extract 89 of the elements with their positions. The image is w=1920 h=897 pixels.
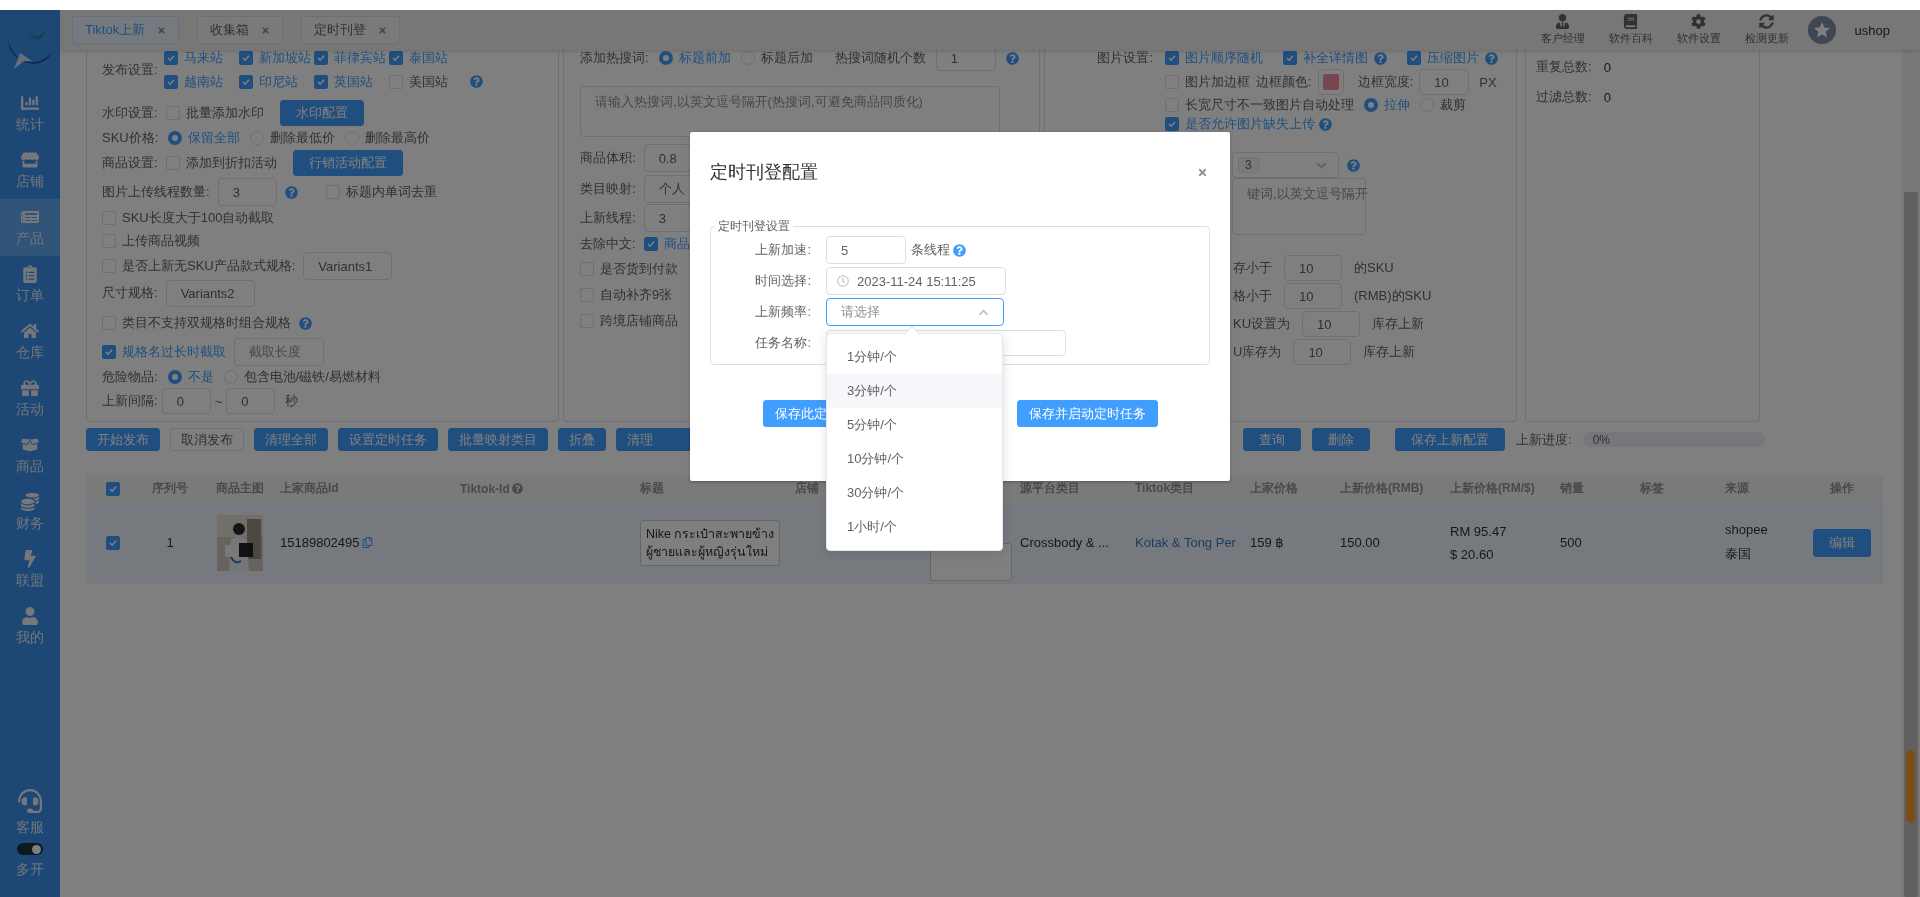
checkbox-label: 自动补齐9张: [600, 286, 673, 304]
field-label: 添加热搜词:: [580, 50, 649, 67]
checkbox-label: 补全详情图: [1303, 50, 1368, 67]
table-cell: Crossbody & ...: [1020, 535, 1109, 550]
checkbox-label: 是否允许图片缺失上传: [1185, 115, 1315, 133]
checkbox-label: 商品: [663, 235, 690, 253]
table-cell: RM 95.47: [1450, 523, 1507, 539]
checkbox-label: 规格名过长时截取: [122, 343, 226, 361]
radio-label: 标题前加: [678, 50, 731, 67]
checkbox-label: 是否货到付款: [600, 260, 678, 278]
radio-label: 保留全部: [188, 129, 241, 147]
dialog-title: 定时刊登配置: [710, 161, 818, 184]
table-cell: shopee: [1725, 522, 1768, 537]
checkbox-label: SKU长度大于100自动截取: [122, 209, 275, 227]
table-cell: 15189802495: [280, 535, 373, 550]
checkbox-label: 标题内单词去重: [345, 183, 437, 201]
checkbox-label: 泰国站: [408, 50, 448, 67]
radio-label: 删除最低价: [270, 129, 336, 147]
field-label: 上新间隔:: [102, 392, 158, 410]
radio-label: 包含电池/磁铁/易燃材料: [243, 368, 381, 386]
field-label: (RMB)的SKU: [1354, 287, 1432, 305]
field-label: 格小于: [1233, 287, 1272, 305]
stat-label: 过滤总数:: [1536, 88, 1592, 106]
checkbox-label: 美国站: [408, 73, 448, 91]
field-label: 边框宽度:: [1357, 73, 1414, 91]
checkbox-label: 印尼站: [258, 73, 298, 91]
radio-label: 裁剪: [1440, 96, 1466, 114]
progress-label: 上新进度:: [1516, 430, 1572, 449]
checkbox-label: 上传商品视频: [122, 232, 200, 250]
table-cell: 159 ฿: [1250, 535, 1284, 550]
user-name: ushop: [1854, 22, 1890, 38]
toggle-label: 多开: [16, 861, 44, 879]
unit-label: 秒: [285, 392, 299, 410]
stat-label: 重复总数:: [1536, 58, 1592, 76]
field-label: 存小于: [1233, 259, 1272, 277]
stat-value: 0: [1603, 89, 1611, 105]
field-label: 上新线程:: [580, 209, 636, 227]
field-label: 图片设置:: [1096, 50, 1153, 67]
field-label: 类目映射:: [580, 180, 636, 198]
radio-label: 不是: [187, 368, 214, 386]
range-separator: ~: [214, 393, 223, 409]
group-title: 定时刊登设置: [717, 218, 791, 235]
stat-value: 0: [1603, 59, 1611, 75]
field-label: 边框颜色:: [1256, 73, 1312, 91]
checkbox-label: 菲律宾站: [333, 50, 386, 67]
radio-label: 拉伸: [1384, 96, 1410, 114]
checkbox-label: 新加坡站: [258, 50, 311, 67]
field-label: SKU价格:: [102, 129, 159, 147]
field-label: 发布设置:: [102, 61, 158, 79]
checkbox-label: 批量添加水印: [185, 104, 264, 122]
field-label: KU设置为: [1233, 315, 1291, 333]
checkbox-label: 压缩图片: [1427, 50, 1479, 67]
field-label: 商品设置:: [102, 154, 158, 172]
field-label: U库存为: [1233, 343, 1282, 361]
table-cell: 150.00: [1340, 535, 1380, 550]
field-label: 商品体积:: [580, 149, 636, 167]
table-cell: 泰国: [1725, 545, 1751, 563]
checkbox-label: 图片顺序随机: [1185, 50, 1263, 67]
unit-label: PX: [1479, 74, 1497, 90]
support-label: 客服: [16, 819, 44, 837]
checkbox-label: 越南站: [183, 73, 223, 91]
unit-label: 条线程: [911, 241, 950, 259]
checkbox-label: 添加到折扣活动: [185, 154, 277, 172]
field-label: 库存上新: [1363, 343, 1416, 361]
table-cell: 1: [166, 535, 174, 550]
field-label: 上新加速:: [754, 241, 811, 259]
tag: 3: [1238, 157, 1259, 173]
field-label: 去除中文:: [580, 235, 636, 253]
radio-label: 删除最高价: [365, 129, 431, 147]
checkbox-label: 马来站: [183, 50, 223, 67]
table-cell: 500: [1560, 535, 1582, 550]
field-label: 时间选择:: [754, 272, 811, 290]
field-label: 尺寸规格:: [102, 284, 158, 302]
table-cell: $ 20.60: [1450, 546, 1494, 562]
checkbox-label: 是否上新无SKU产品款式规格:: [122, 257, 296, 275]
field-label: 图片上传线程数量:: [102, 183, 210, 201]
field-label: 危险物品:: [102, 368, 158, 386]
field-label: 水印设置:: [102, 104, 158, 122]
progress-reading: 0%: [1592, 432, 1610, 447]
radio-label: 标题后加: [760, 50, 813, 67]
checkbox-label: 英国站: [333, 73, 373, 91]
checkbox-label: 图片加边框: [1185, 73, 1250, 91]
checkbox-label: 跨境店铺商品: [600, 312, 678, 330]
field-label: 库存上新: [1372, 315, 1425, 333]
field-label: 任务名称:: [754, 334, 811, 352]
field-label: 热搜词随机个数: [834, 50, 926, 67]
checkbox-label: 类目不支持双规格时组合规格: [122, 314, 291, 332]
field-label: 的SKU: [1354, 259, 1394, 277]
field-label: 上新频率:: [754, 303, 811, 321]
